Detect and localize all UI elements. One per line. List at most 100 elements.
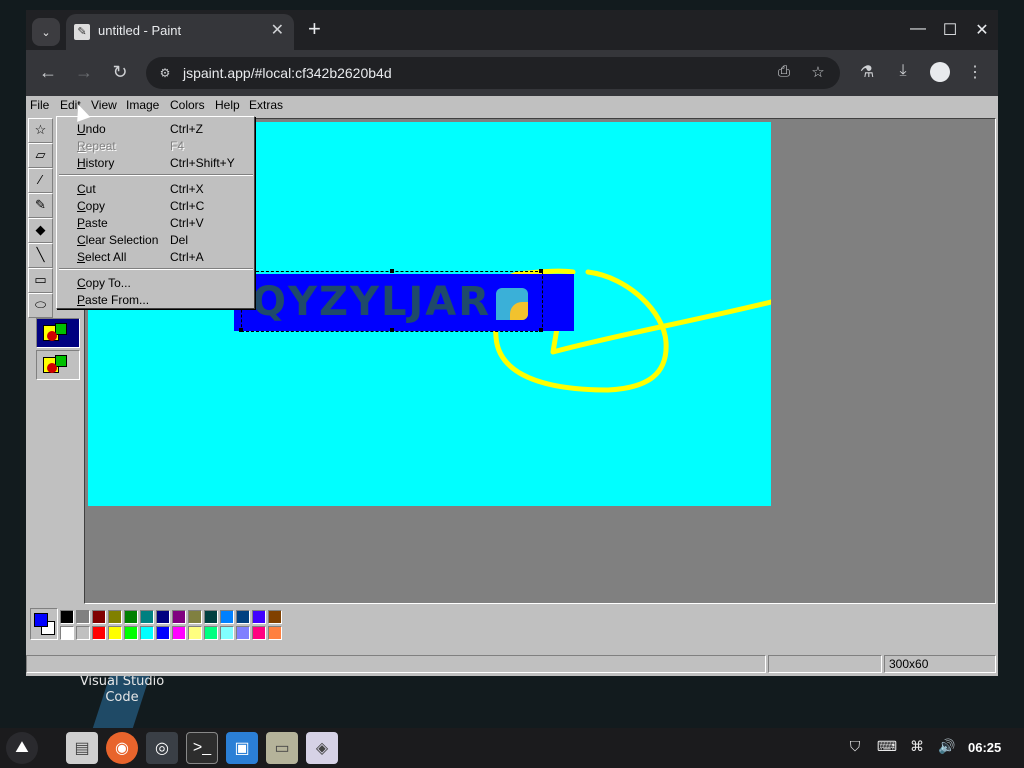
tab-close-button[interactable]: ✕ xyxy=(271,22,284,40)
transparent-off-option[interactable] xyxy=(36,318,80,348)
clock[interactable]: 06:25 xyxy=(968,740,1001,755)
menu-clear-selection[interactable]: Clear Selection Del xyxy=(57,231,254,248)
color-swatch[interactable] xyxy=(124,610,138,624)
color-swatch[interactable] xyxy=(204,610,218,624)
network-icon[interactable]: ⌘ xyxy=(906,738,928,755)
color-swatch[interactable] xyxy=(236,610,250,624)
selection-handle[interactable] xyxy=(539,328,543,332)
volume-icon[interactable]: 🔊 xyxy=(936,738,958,755)
file-manager-icon[interactable]: ▭ xyxy=(266,732,298,764)
files-app-icon[interactable]: ▤ xyxy=(66,732,98,764)
color-swatch[interactable] xyxy=(124,626,138,640)
color-swatch[interactable] xyxy=(268,610,282,624)
menu-separator xyxy=(59,268,253,270)
color-swatch[interactable] xyxy=(252,610,266,624)
color-swatch[interactable] xyxy=(140,626,154,640)
menu-repeat-shortcut: F4 xyxy=(170,139,185,153)
address-url[interactable]: jspaint.app/#local:cf342b2620b4d xyxy=(183,65,392,81)
forward-arrow-icon[interactable]: → xyxy=(72,62,96,82)
transparent-on-option[interactable] xyxy=(36,350,80,380)
color-swatch[interactable] xyxy=(172,626,186,640)
foreground-color-swatch[interactable] xyxy=(34,613,48,627)
tab-title: untitled - Paint xyxy=(98,23,182,38)
menu-paste-from[interactable]: Paste From... xyxy=(57,291,254,308)
current-colors[interactable] xyxy=(30,608,58,640)
menu-cut[interactable]: Cut Ctrl+X xyxy=(57,180,254,197)
menu-paste[interactable]: Paste Ctrl+V xyxy=(57,214,254,231)
launcher-menu-icon[interactable]: ⛰ xyxy=(6,732,38,764)
color-swatch[interactable] xyxy=(92,610,106,624)
selection-box[interactable] xyxy=(239,269,543,332)
line-tool-icon[interactable]: ╲ xyxy=(28,243,53,268)
install-app-icon[interactable]: ⎙ xyxy=(774,63,794,80)
status-size: 300x60 xyxy=(884,655,996,673)
selection-handle[interactable] xyxy=(539,269,543,273)
maximize-button[interactable]: ☐ xyxy=(938,20,962,40)
menu-history[interactable]: History Ctrl+Shift+Y xyxy=(57,154,254,171)
profile-avatar-icon[interactable] xyxy=(930,62,950,82)
selection-handle[interactable] xyxy=(239,328,243,332)
paint-app-icon[interactable]: ◈ xyxy=(306,732,338,764)
color-swatch[interactable] xyxy=(268,626,282,640)
color-swatch[interactable] xyxy=(172,610,186,624)
color-swatch[interactable] xyxy=(188,626,202,640)
labs-flask-icon[interactable]: ⚗ xyxy=(856,62,878,82)
reload-icon[interactable]: ↻ xyxy=(108,62,132,82)
bookmark-star-icon[interactable]: ☆ xyxy=(808,63,828,81)
terminal-icon[interactable]: >_ xyxy=(186,732,218,764)
keyboard-icon[interactable]: ⌨ xyxy=(876,738,898,755)
chromium-icon[interactable]: ◎ xyxy=(146,732,178,764)
menu-help[interactable]: Help xyxy=(215,98,240,112)
airbrush-tool-icon[interactable]: ◆ xyxy=(28,218,53,243)
color-swatch[interactable] xyxy=(188,610,202,624)
menu-undo[interactable]: Undo Ctrl+Z xyxy=(57,120,254,137)
download-icon[interactable]: ⤓ xyxy=(892,62,914,80)
tab-list-button[interactable]: ⌄ xyxy=(32,18,60,46)
vscode-desktop-label[interactable]: Visual Studio Code xyxy=(72,674,172,706)
menu-file[interactable]: File xyxy=(30,98,49,112)
color-swatch[interactable] xyxy=(60,626,74,640)
color-picker-tool-icon[interactable]: ⁄ xyxy=(28,168,53,193)
menu-copy-to[interactable]: Copy To... xyxy=(57,274,254,291)
store-icon[interactable]: ▣ xyxy=(226,732,258,764)
selection-handle[interactable] xyxy=(390,269,394,273)
close-window-button[interactable]: ✕ xyxy=(970,20,994,40)
free-select-tool-icon[interactable]: ☆ xyxy=(28,118,53,143)
color-swatch[interactable] xyxy=(220,626,234,640)
menu-view[interactable]: View xyxy=(91,98,117,112)
eraser-tool-icon[interactable]: ▱ xyxy=(28,143,53,168)
tab-paint[interactable]: ✎ untitled - Paint ✕ xyxy=(66,14,294,50)
color-swatch[interactable] xyxy=(60,610,74,624)
more-menu-icon[interactable]: ⋮ xyxy=(964,62,986,82)
color-swatch[interactable] xyxy=(204,626,218,640)
firefox-icon[interactable]: ◉ xyxy=(106,732,138,764)
rectangle-tool-icon[interactable]: ▭ xyxy=(28,268,53,293)
ellipse-tool-icon[interactable]: ⬭ xyxy=(28,293,53,318)
color-swatch[interactable] xyxy=(236,626,250,640)
menu-select-all-shortcut: Ctrl+A xyxy=(170,250,204,264)
address-bar[interactable]: ⚙ jspaint.app/#local:cf342b2620b4d ⎙ ☆ xyxy=(146,57,840,89)
new-tab-button[interactable]: + xyxy=(308,18,321,40)
browser-window: ⌄ ✎ untitled - Paint ✕ + — ☐ ✕ ← → ↻ ⚙ j… xyxy=(26,10,998,676)
color-swatch[interactable] xyxy=(108,626,122,640)
pencil-tool-icon[interactable]: ✎ xyxy=(28,193,53,218)
color-swatch[interactable] xyxy=(108,610,122,624)
menu-copy[interactable]: Copy Ctrl+C xyxy=(57,197,254,214)
color-swatch[interactable] xyxy=(220,610,234,624)
menu-colors[interactable]: Colors xyxy=(170,98,205,112)
minimize-button[interactable]: — xyxy=(906,20,930,38)
color-swatch[interactable] xyxy=(156,626,170,640)
site-info-icon[interactable]: ⚙ xyxy=(156,64,174,82)
menu-select-all[interactable]: Select All Ctrl+A xyxy=(57,248,254,265)
color-swatch[interactable] xyxy=(252,626,266,640)
menu-extras[interactable]: Extras xyxy=(249,98,283,112)
color-swatch[interactable] xyxy=(156,610,170,624)
color-swatch[interactable] xyxy=(92,626,106,640)
selection-handle[interactable] xyxy=(390,328,394,332)
shield-icon[interactable]: ⛉ xyxy=(844,738,866,755)
menu-image[interactable]: Image xyxy=(126,98,159,112)
color-swatch[interactable] xyxy=(76,610,90,624)
back-arrow-icon[interactable]: ← xyxy=(36,62,60,82)
color-swatch[interactable] xyxy=(140,610,154,624)
color-swatch[interactable] xyxy=(76,626,90,640)
